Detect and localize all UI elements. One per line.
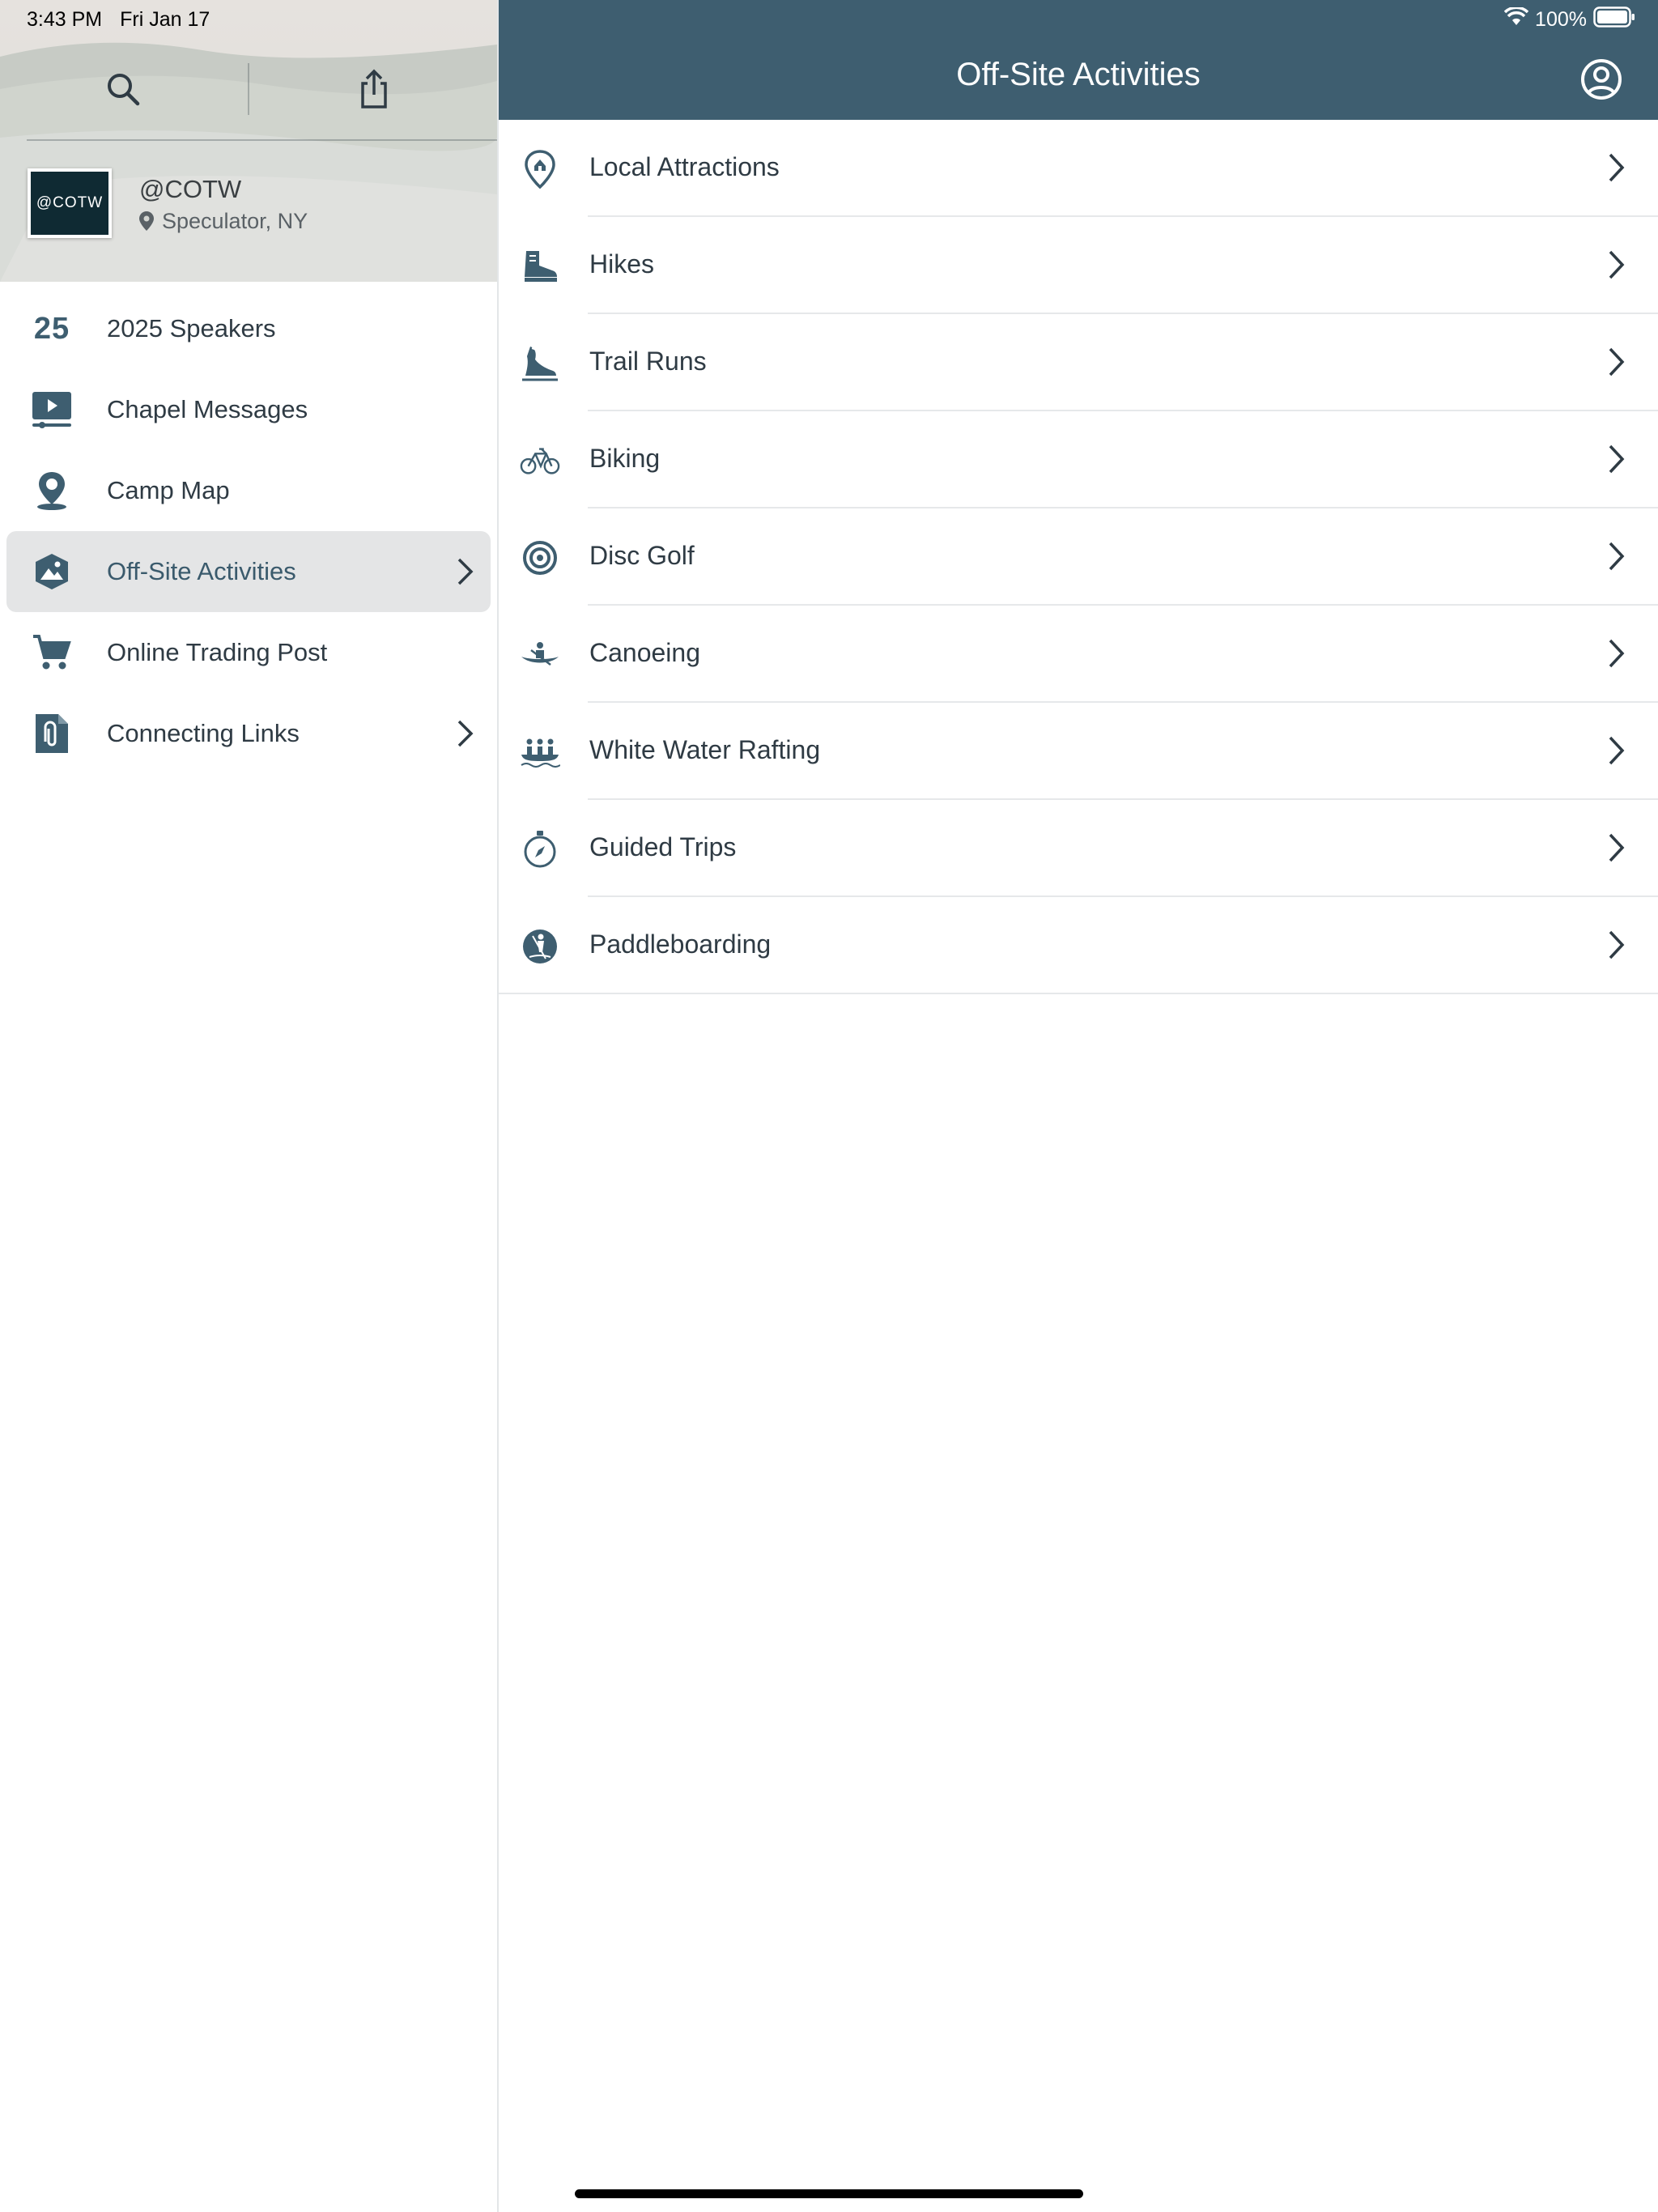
home-indicator[interactable] xyxy=(575,2189,1083,2198)
list-item-trail-runs[interactable]: Trail Runs xyxy=(499,314,1658,411)
sidebar-item-label: Chapel Messages xyxy=(107,395,308,423)
chevron-right-icon xyxy=(1609,347,1625,376)
chevron-right-icon xyxy=(1609,930,1625,959)
shopping-cart-icon xyxy=(29,630,74,675)
sidebar-item-connecting-links[interactable]: Connecting Links xyxy=(6,693,491,774)
search-button[interactable] xyxy=(99,65,147,113)
wifi-icon xyxy=(1503,6,1529,32)
status-bar-right: 100% xyxy=(1503,6,1635,33)
hiking-boot-icon xyxy=(520,246,560,287)
mountain-landscape-icon xyxy=(29,549,74,594)
sidebar-item-label: Off-Site Activities xyxy=(107,557,296,585)
page-title: Off-Site Activities xyxy=(956,57,1201,92)
header-divider xyxy=(27,139,497,141)
status-bar-left: 3:43 PM Fri Jan 17 xyxy=(27,8,210,31)
main-content: Off-Site Activities Local Attractions Hi… xyxy=(499,0,1658,2212)
sidebar-item-label: Online Trading Post xyxy=(107,638,328,666)
chevron-right-icon xyxy=(1609,833,1625,862)
list-item-guided-trips[interactable]: Guided Trips xyxy=(499,800,1658,897)
chevron-right-icon xyxy=(457,720,474,747)
canoe-icon xyxy=(520,635,560,675)
profile-location: Speculator, NY xyxy=(139,209,308,234)
compass-icon xyxy=(520,829,560,870)
location-pin-icon xyxy=(29,468,74,513)
activities-list: Local Attractions Hikes Trail Runs Bikin… xyxy=(499,120,1658,994)
chevron-right-icon xyxy=(1609,445,1625,474)
list-item-label: White Water Rafting xyxy=(589,735,821,764)
target-icon xyxy=(520,538,560,578)
sidebar-menu: 25 2025 Speakers Chapel Messages Camp Ma… xyxy=(0,288,497,774)
search-icon xyxy=(108,74,140,106)
list-item-label: Biking xyxy=(589,444,661,473)
list-item-canoeing[interactable]: Canoeing xyxy=(499,606,1658,703)
profile-section[interactable]: @COTW @COTW Speculator, NY xyxy=(28,168,308,238)
list-item-label: Hikes xyxy=(589,249,655,279)
header-background-image xyxy=(0,0,497,282)
sidebar-item-chapel-messages[interactable]: Chapel Messages xyxy=(6,369,491,450)
chevron-right-icon xyxy=(1609,250,1625,279)
sidebar-item-off-site-activities[interactable]: Off-Site Activities xyxy=(6,531,491,612)
sidebar-item-label: 2025 Speakers xyxy=(107,314,276,342)
user-circle-icon xyxy=(1581,59,1622,100)
logo-text: @COTW xyxy=(36,194,104,211)
sidebar-item-2025-speakers[interactable]: 25 2025 Speakers xyxy=(6,288,491,369)
video-screen-icon xyxy=(29,387,74,432)
sidebar-header: @COTW @COTW Speculator, NY xyxy=(0,0,497,282)
list-item-label: Guided Trips xyxy=(589,832,737,861)
location-text: Speculator, NY xyxy=(162,208,308,233)
location-pin-icon xyxy=(139,211,154,231)
sidebar-item-online-trading-post[interactable]: Online Trading Post xyxy=(6,612,491,693)
map-pin-icon xyxy=(520,149,560,189)
chevron-right-icon xyxy=(1609,639,1625,668)
list-item-biking[interactable]: Biking xyxy=(499,411,1658,508)
list-item-label: Canoeing xyxy=(589,638,700,667)
list-item-label: Paddleboarding xyxy=(589,929,772,959)
running-shoe-icon xyxy=(520,343,560,384)
list-item-label: Trail Runs xyxy=(589,347,707,376)
sidebar-item-label: Connecting Links xyxy=(107,719,300,747)
profile-handle: @COTW xyxy=(139,174,242,203)
chevron-right-icon xyxy=(1609,542,1625,571)
header-toolbar xyxy=(0,57,497,121)
toolbar-divider xyxy=(248,63,249,115)
sidebar-item-label: Camp Map xyxy=(107,476,230,504)
sidebar-item-camp-map[interactable]: Camp Map xyxy=(6,450,491,531)
list-item-white-water-rafting[interactable]: White Water Rafting xyxy=(499,703,1658,800)
list-item-disc-golf[interactable]: Disc Golf xyxy=(499,508,1658,606)
chevron-right-icon xyxy=(1609,736,1625,765)
paperclip-document-icon xyxy=(29,711,74,756)
battery-icon xyxy=(1593,6,1635,33)
status-date: Fri Jan 17 xyxy=(120,8,210,31)
share-icon xyxy=(361,69,387,108)
organization-logo: @COTW xyxy=(28,168,112,238)
list-item-local-attractions[interactable]: Local Attractions xyxy=(499,120,1658,217)
battery-percent: 100% xyxy=(1535,7,1587,31)
chevron-right-icon xyxy=(1609,153,1625,182)
list-item-paddleboarding[interactable]: Paddleboarding xyxy=(499,897,1658,994)
bicycle-icon xyxy=(520,440,560,481)
list-item-label: Disc Golf xyxy=(589,541,695,570)
list-item-label: Local Attractions xyxy=(589,152,780,181)
navigation-bar: Off-Site Activities xyxy=(499,0,1658,120)
status-time: 3:43 PM xyxy=(27,8,103,31)
share-button[interactable] xyxy=(350,65,398,113)
account-button[interactable] xyxy=(1579,57,1624,102)
rafting-icon xyxy=(520,732,560,772)
list-item-hikes[interactable]: Hikes xyxy=(499,217,1658,314)
paddleboard-icon xyxy=(520,926,560,967)
chevron-right-icon xyxy=(457,558,474,585)
sidebar: @COTW @COTW Speculator, NY 25 2025 Speak… xyxy=(0,0,499,2212)
number-25-icon: 25 xyxy=(33,311,70,346)
